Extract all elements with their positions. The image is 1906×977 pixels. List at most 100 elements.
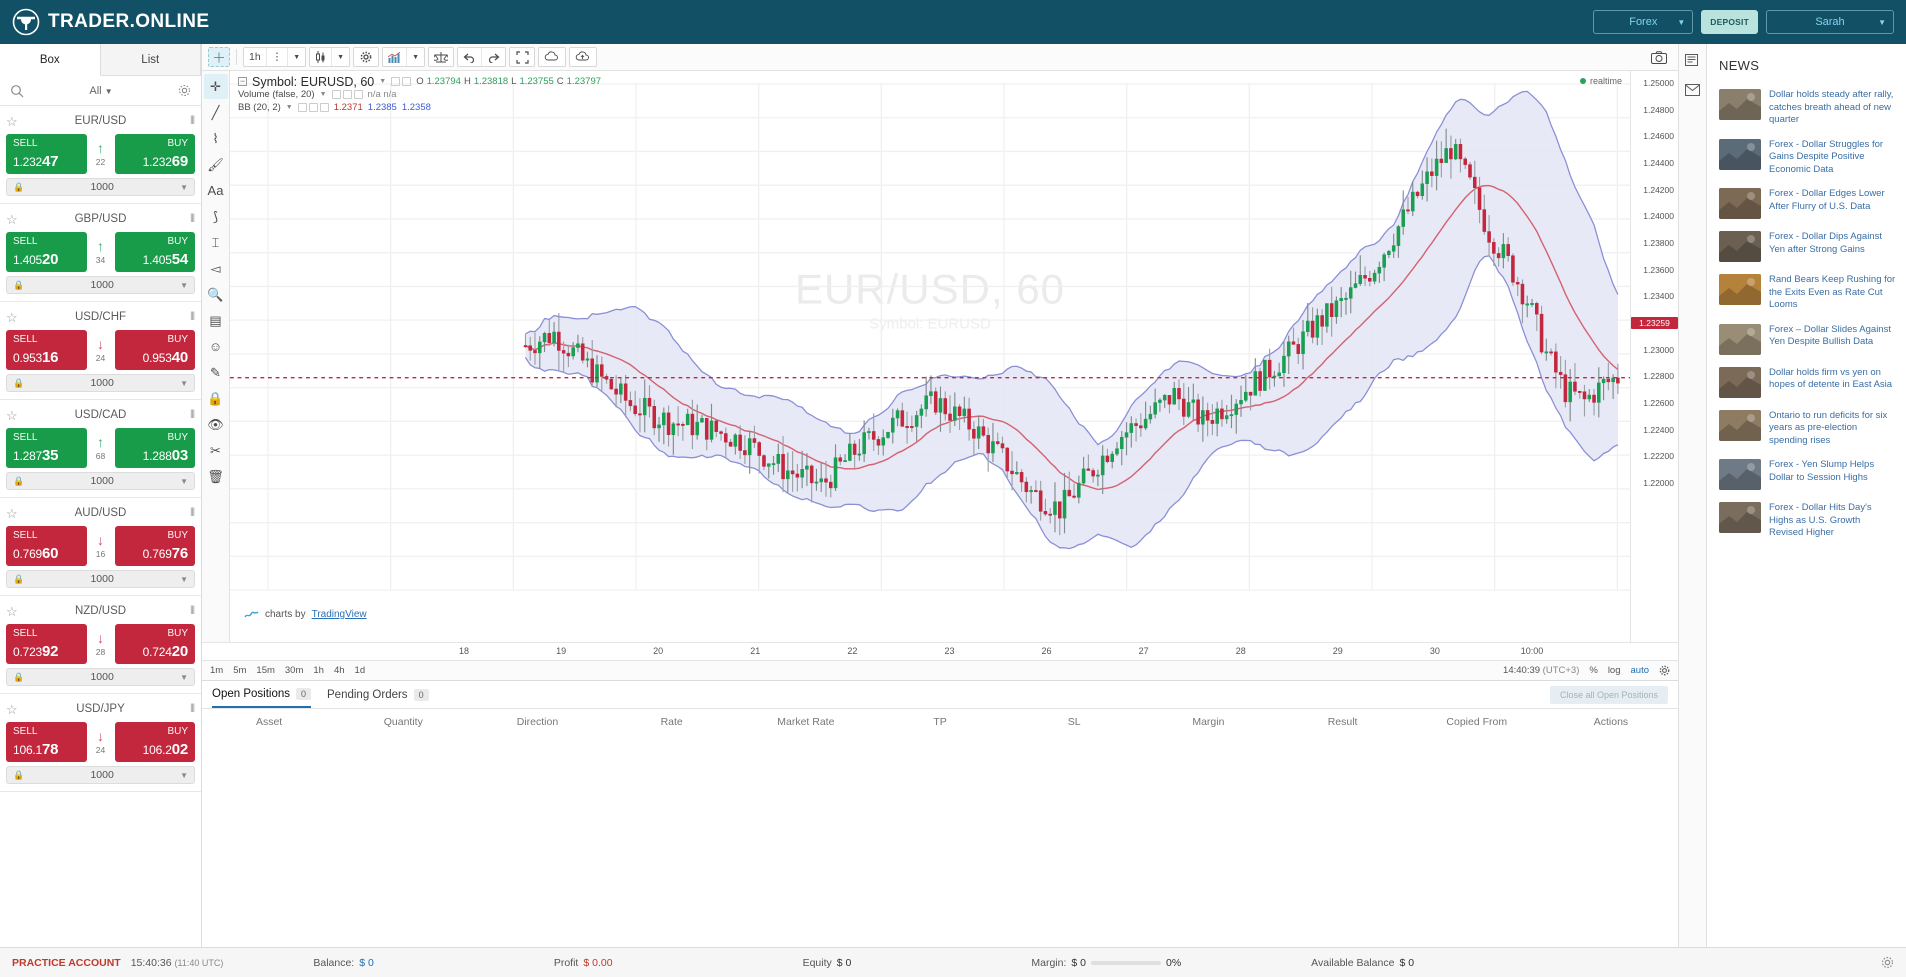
- buy-button[interactable]: BUY 0.76976: [114, 526, 195, 566]
- fullscreen-icon[interactable]: [509, 47, 535, 67]
- redo-icon[interactable]: [481, 48, 505, 66]
- quantity-field[interactable]: 🔒 1000 ▼: [6, 668, 195, 686]
- pair-chart-icon[interactable]: ⦀: [181, 507, 195, 520]
- tab-box[interactable]: Box: [0, 44, 101, 76]
- indicators-icon[interactable]: [383, 48, 406, 66]
- news-item[interactable]: Rand Bears Keep Rushing for the Exits Ev…: [1707, 268, 1906, 318]
- favorite-star-icon[interactable]: ☆: [6, 409, 20, 422]
- sell-button[interactable]: SELL 106.178: [6, 722, 87, 762]
- chevron-down-icon[interactable]: ▼: [180, 771, 188, 780]
- interval-button-30m[interactable]: 30m: [285, 665, 303, 676]
- log-scale-button[interactable]: log: [1608, 665, 1621, 676]
- hide-tool-icon[interactable]: 👁: [204, 412, 228, 437]
- filter-all-dropdown[interactable]: All ▼: [89, 85, 112, 97]
- percent-scale-button[interactable]: %: [1589, 665, 1597, 676]
- quantity-field[interactable]: 🔒 1000 ▼: [6, 472, 195, 490]
- pair-chart-icon[interactable]: ⦀: [181, 703, 195, 716]
- chevron-down-icon[interactable]: ▼: [406, 48, 424, 66]
- buy-button[interactable]: BUY 0.72420: [114, 624, 195, 664]
- shapes-tool-icon[interactable]: ⟆: [204, 204, 228, 229]
- brush-tool-icon[interactable]: 🖌: [204, 152, 228, 177]
- pair-chart-icon[interactable]: ⦀: [181, 409, 195, 422]
- news-item[interactable]: Dollar holds steady after rally, catches…: [1707, 83, 1906, 133]
- chevron-down-icon[interactable]: ▼: [180, 575, 188, 584]
- news-item[interactable]: Forex - Dollar Dips Against Yen after St…: [1707, 225, 1906, 268]
- crosshair-tool-icon[interactable]: ✛: [203, 74, 228, 99]
- interval-button-1d[interactable]: 1d: [355, 665, 366, 676]
- quantity-field[interactable]: 🔒 1000 ▼: [6, 276, 195, 294]
- sell-button[interactable]: SELL 1.40520: [6, 232, 87, 272]
- news-item[interactable]: Ontario to run deficits for six years as…: [1707, 404, 1906, 454]
- news-item[interactable]: Forex - Dollar Struggles for Gains Despi…: [1707, 133, 1906, 183]
- chevron-down-icon[interactable]: ▼: [287, 48, 305, 66]
- tradingview-link[interactable]: TradingView: [312, 609, 367, 620]
- close-all-positions-button[interactable]: Close all Open Positions: [1549, 685, 1668, 704]
- interval-button-5m[interactable]: 5m: [233, 665, 246, 676]
- market-selector[interactable]: Forex ▼: [1593, 10, 1694, 34]
- brand-logo[interactable]: TRADER.ONLINE: [12, 8, 209, 36]
- trendline-tool-icon[interactable]: ╱: [204, 100, 228, 125]
- lock-tool-icon[interactable]: 🔒: [204, 386, 228, 411]
- compare-scales-icon[interactable]: [428, 47, 454, 67]
- news-item[interactable]: Forex – Dollar Slides Against Yen Despit…: [1707, 318, 1906, 361]
- highlighter-tool-icon[interactable]: ✎: [204, 360, 228, 385]
- quantity-field[interactable]: 🔒 1000 ▼: [6, 570, 195, 588]
- sell-button[interactable]: SELL 1.23247: [6, 134, 87, 174]
- gear-icon[interactable]: [1881, 956, 1894, 969]
- tab-open-positions[interactable]: Open Positions 0: [212, 681, 312, 708]
- dots-vertical-icon[interactable]: ⋮: [265, 48, 288, 66]
- chevron-down-icon[interactable]: ▼: [331, 48, 349, 66]
- tab-list[interactable]: List: [100, 44, 201, 75]
- quantity-field[interactable]: 🔒 1000 ▼: [6, 374, 195, 392]
- user-menu[interactable]: Sarah ▼: [1766, 10, 1894, 34]
- cut-tool-icon[interactable]: ✂: [204, 438, 228, 463]
- undo-icon[interactable]: [458, 48, 481, 66]
- gear-icon[interactable]: [178, 84, 191, 97]
- price-axis[interactable]: 1.25000 1.24800 1.24600 1.24400 1.24200 1.240…: [1630, 71, 1678, 642]
- arrow-tool-icon[interactable]: ◅: [204, 256, 228, 281]
- buy-button[interactable]: BUY 106.202: [114, 722, 195, 762]
- buy-button[interactable]: BUY 1.28803: [114, 428, 195, 468]
- news-item[interactable]: Forex - Dollar Edges Lower After Flurry …: [1707, 182, 1906, 225]
- interval-current[interactable]: 1h: [244, 48, 266, 66]
- sell-button[interactable]: SELL 0.95316: [6, 330, 87, 370]
- crosshair-icon[interactable]: [208, 47, 230, 67]
- sell-button[interactable]: SELL 0.72392: [6, 624, 87, 664]
- mail-panel-icon[interactable]: [1683, 80, 1703, 100]
- chart-canvas[interactable]: EUR/USD, 60 Symbol: EURUSD − Symbol: EUR…: [230, 71, 1630, 642]
- news-item[interactable]: Forex - Yen Slump Helps Dollar to Sessio…: [1707, 453, 1906, 496]
- news-item[interactable]: Dollar holds firm vs yen on hopes of det…: [1707, 361, 1906, 404]
- quantity-field[interactable]: 🔒 1000 ▼: [6, 766, 195, 784]
- favorite-star-icon[interactable]: ☆: [6, 703, 20, 716]
- cloud-upload-icon[interactable]: [569, 47, 597, 67]
- favorite-star-icon[interactable]: ☆: [6, 605, 20, 618]
- chevron-down-icon[interactable]: ▼: [180, 183, 188, 192]
- interval-button-1h[interactable]: 1h: [313, 665, 324, 676]
- favorite-star-icon[interactable]: ☆: [6, 213, 20, 226]
- fib-tool-icon[interactable]: ⌇: [204, 126, 228, 151]
- news-panel-icon[interactable]: [1683, 50, 1703, 70]
- favorite-star-icon[interactable]: ☆: [6, 115, 20, 128]
- chevron-down-icon[interactable]: ▼: [180, 673, 188, 682]
- pair-chart-icon[interactable]: ⦀: [181, 605, 195, 618]
- search-icon[interactable]: [10, 84, 24, 98]
- quantity-field[interactable]: 🔒 1000 ▼: [6, 178, 195, 196]
- trash-tool-icon[interactable]: 🗑: [204, 464, 228, 489]
- interval-button-4h[interactable]: 4h: [334, 665, 345, 676]
- candlestick-icon[interactable]: [310, 48, 331, 66]
- cloud-download-icon[interactable]: [538, 47, 566, 67]
- measure-tool-icon[interactable]: ⌶: [204, 230, 228, 255]
- interval-button-15m[interactable]: 15m: [256, 665, 274, 676]
- favorite-star-icon[interactable]: ☆: [6, 507, 20, 520]
- auto-scale-button[interactable]: auto: [1631, 665, 1650, 676]
- pair-chart-icon[interactable]: ⦀: [181, 213, 195, 226]
- interval-button-1m[interactable]: 1m: [210, 665, 223, 676]
- chevron-down-icon[interactable]: ▼: [180, 281, 188, 290]
- favorite-star-icon[interactable]: ☆: [6, 311, 20, 324]
- deposit-button[interactable]: DEPOSIT: [1701, 10, 1758, 34]
- tab-pending-orders[interactable]: Pending Orders 0: [327, 681, 429, 708]
- chart-settings-gear-icon[interactable]: [353, 47, 380, 67]
- magnet-tool-icon[interactable]: ☺: [204, 334, 228, 359]
- news-item[interactable]: Forex - Dollar Hits Day's Highs as U.S. …: [1707, 496, 1906, 546]
- buy-button[interactable]: BUY 1.40554: [114, 232, 195, 272]
